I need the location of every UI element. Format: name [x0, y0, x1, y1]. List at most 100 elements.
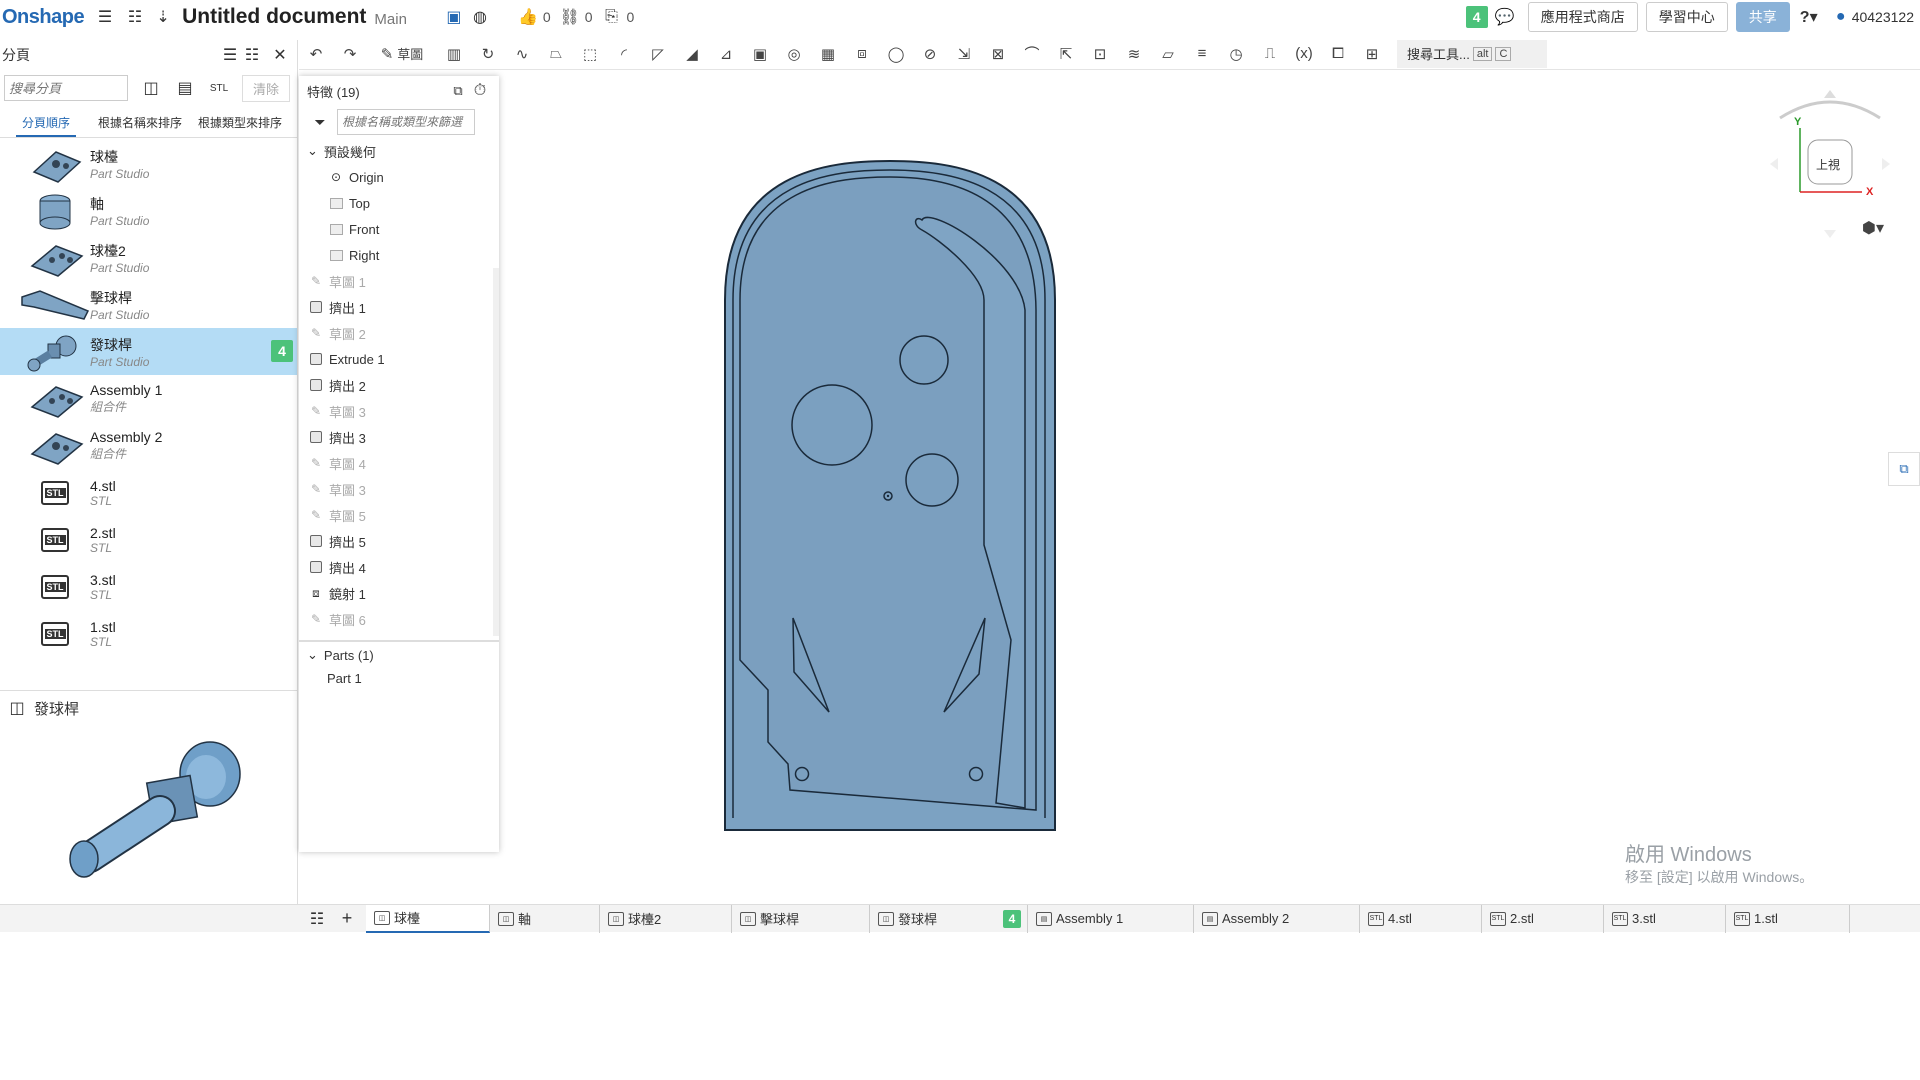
document-tab[interactable]: ◫ 球檯	[366, 904, 490, 933]
sketch-button[interactable]: ✎ 草圖	[367, 40, 437, 68]
stl-filter-icon[interactable]: STL	[208, 77, 230, 99]
feature-item-sketch[interactable]: ✎ 草圖 2	[299, 320, 493, 346]
tab-item[interactable]: Assembly 1 組合件	[0, 375, 297, 422]
split-icon[interactable]: ⊘	[913, 40, 947, 68]
sweep-icon[interactable]: ∿	[505, 40, 539, 68]
geometry-origin[interactable]: ⊙ Origin	[319, 164, 499, 190]
render-mode-icon[interactable]: ⬢▾	[1862, 218, 1884, 238]
list-view-icon[interactable]: ☰	[219, 44, 241, 66]
geometry-front[interactable]: Front	[319, 216, 499, 242]
notification-badge[interactable]: 4	[1465, 6, 1488, 28]
tab-item[interactable]: STL 3.stl STL	[0, 563, 297, 610]
revolve-icon[interactable]: ↻	[471, 40, 505, 68]
tab-item-selected[interactable]: 發球桿 Part Studio 4	[0, 328, 297, 375]
modify-fillet-icon[interactable]: ⌒	[1015, 40, 1049, 68]
feature-list-icon[interactable]: ☷	[124, 6, 146, 28]
helix-icon[interactable]: ≡	[1185, 40, 1219, 68]
replace-face-icon[interactable]: ⊡	[1083, 40, 1117, 68]
tab-item[interactable]: 擊球桿 Part Studio	[0, 281, 297, 328]
feature-item-sketch[interactable]: ✎ 草圖 1	[299, 268, 493, 294]
geometry-top[interactable]: Top	[319, 190, 499, 216]
add-tab-icon[interactable]: +	[336, 908, 358, 930]
like-icon[interactable]: 👍	[517, 6, 539, 28]
document-tab[interactable]: STL 3.stl	[1604, 904, 1726, 933]
sort-tab-name[interactable]: 根據名稱來排序	[92, 110, 188, 137]
pinball-table-part[interactable]	[724, 159, 1056, 831]
link-icon[interactable]: ⛓	[559, 6, 581, 28]
branch-label[interactable]: Main	[374, 11, 407, 28]
feature-item-sketch[interactable]: ✎ 草圖 4	[299, 450, 493, 476]
feature-item-extrude[interactable]: 擠出 5	[299, 528, 493, 554]
feature-item-extrude[interactable]: 擠出 4	[299, 554, 493, 580]
pattern-icon[interactable]: ▦	[811, 40, 845, 68]
move-face-icon[interactable]: ⇱	[1049, 40, 1083, 68]
document-tab[interactable]: ◫ 擊球桿	[732, 904, 870, 933]
tab-item[interactable]: 軸 Part Studio	[0, 187, 297, 234]
document-tab[interactable]: STL 2.stl	[1482, 904, 1604, 933]
hole-icon[interactable]: ◎	[777, 40, 811, 68]
feature-item-extrude[interactable]: 擠出 2	[299, 372, 493, 398]
user-avatar-icon[interactable]: ●	[1830, 6, 1852, 28]
feature-item-sketch[interactable]: ✎ 草圖 3	[299, 476, 493, 502]
measure-icon[interactable]: ⧠	[1321, 40, 1355, 68]
share-button[interactable]: 共享	[1735, 2, 1790, 32]
rib-icon[interactable]: ⊿	[709, 40, 743, 68]
comment-icon[interactable]: 💬	[1494, 6, 1516, 28]
rollback-timer-icon[interactable]: ⏱	[469, 80, 491, 102]
geometry-right[interactable]: Right	[319, 242, 499, 268]
add-custom-feature-icon[interactable]: ⊞	[1355, 40, 1389, 68]
delete-part-icon[interactable]: ⊠	[981, 40, 1015, 68]
part-studio-filter-icon[interactable]: ◫	[140, 77, 162, 99]
feature-item-extrude[interactable]: 擠出 1	[299, 294, 493, 320]
search-tools-input[interactable]: 搜尋工具... alt C	[1397, 39, 1547, 68]
document-title[interactable]: Untitled document	[182, 5, 366, 29]
learning-center-button[interactable]: 學習中心	[1645, 2, 1728, 32]
fillet-icon[interactable]: ◜	[607, 40, 641, 68]
mate-connector-icon[interactable]: ◷	[1219, 40, 1253, 68]
assembly-filter-icon[interactable]: ▤	[174, 77, 196, 99]
draft-icon[interactable]: ◢	[675, 40, 709, 68]
feature-item-extrude[interactable]: Extrude 1	[299, 346, 493, 372]
insert-icon[interactable]: ⇣	[152, 6, 174, 28]
app-store-button[interactable]: 應用程式商店	[1527, 2, 1638, 32]
redo-icon[interactable]: ↷	[333, 40, 367, 68]
document-tab[interactable]: ◫ 軸	[490, 904, 600, 933]
globe-icon[interactable]: ◍	[469, 6, 491, 28]
graphics-viewport[interactable]	[500, 70, 1920, 904]
feature-item-mirror[interactable]: ⧈ 鏡射 1	[299, 580, 493, 606]
sheet-metal-icon[interactable]: ⎍	[1253, 40, 1287, 68]
chamfer-icon[interactable]: ◸	[641, 40, 675, 68]
shell-icon[interactable]: ▣	[743, 40, 777, 68]
default-geometry-group[interactable]: ⌄ 預設幾何	[299, 138, 499, 164]
document-tab[interactable]: ▤ Assembly 2	[1194, 904, 1360, 933]
feature-item-extrude[interactable]: 擠出 3	[299, 424, 493, 450]
tab-item[interactable]: STL 4.stl STL	[0, 469, 297, 516]
plane-icon[interactable]: ▱	[1151, 40, 1185, 68]
chevron-down-icon[interactable]: ⌄	[307, 647, 318, 663]
thicken-icon[interactable]: ⬚	[573, 40, 607, 68]
appearance-panel-icon[interactable]: ⧉	[1888, 452, 1920, 486]
loft-icon[interactable]: ⏢	[539, 40, 573, 68]
close-icon[interactable]: ✕	[269, 44, 291, 66]
tab-item[interactable]: Assembly 2 組合件	[0, 422, 297, 469]
copy-icon[interactable]: ⎘	[601, 6, 623, 28]
parts-group[interactable]: ⌄ Parts (1)	[299, 642, 499, 668]
tab-item[interactable]: STL 2.stl STL	[0, 516, 297, 563]
feature-item-sketch[interactable]: ✎ 草圖 5	[299, 502, 493, 528]
extrude-icon[interactable]: ▥	[437, 40, 471, 68]
offset-surface-icon[interactable]: ≋	[1117, 40, 1151, 68]
help-icon[interactable]: ?▾	[1798, 6, 1820, 28]
tab-item[interactable]: 球檯 Part Studio	[0, 140, 297, 187]
document-tab[interactable]: ◫ 球檯2	[600, 904, 732, 933]
part-item[interactable]: Part 1	[299, 668, 499, 690]
feature-item-sketch[interactable]: ✎ 草圖 6	[299, 606, 493, 632]
chevron-down-icon[interactable]: ⌄	[307, 143, 318, 159]
boolean-icon[interactable]: ◯	[879, 40, 913, 68]
versions-icon[interactable]: ▣	[443, 6, 465, 28]
tab-item[interactable]: 球檯2 Part Studio	[0, 234, 297, 281]
user-name[interactable]: 40423122	[1852, 9, 1914, 25]
feature-item-sketch[interactable]: ✎ 草圖 3	[299, 398, 493, 424]
document-tab[interactable]: STL 4.stl	[1360, 904, 1482, 933]
sort-tab-order[interactable]: 分頁順序	[16, 110, 77, 137]
tab-item[interactable]: STL 1.stl STL	[0, 610, 297, 657]
